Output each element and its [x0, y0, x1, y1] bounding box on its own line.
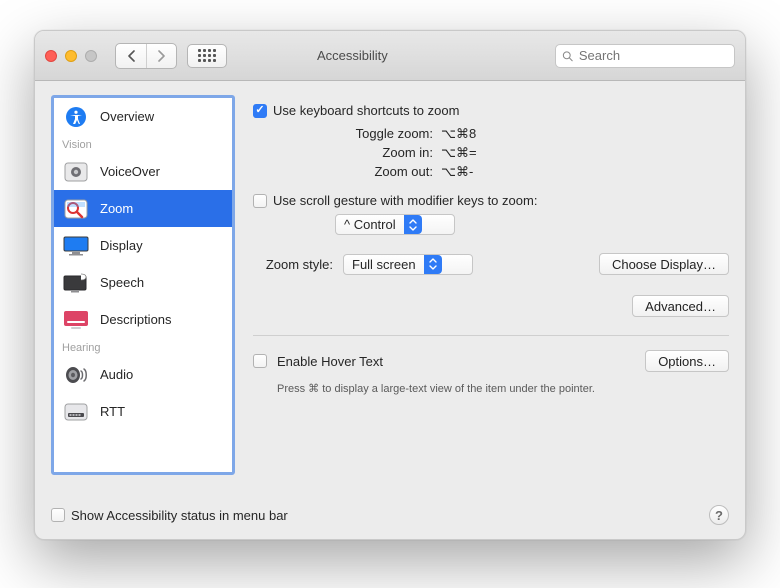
- display-icon: [62, 235, 90, 257]
- chevron-updown-icon: [424, 255, 442, 274]
- zoom-out-label: Zoom out:: [253, 162, 433, 181]
- back-button[interactable]: [116, 44, 146, 68]
- use-keyboard-shortcuts-checkbox[interactable]: [253, 104, 267, 118]
- hover-text-row: Enable Hover Text Options…: [253, 350, 729, 372]
- sidebar: Overview Vision VoiceOver Zoom Display: [51, 95, 235, 475]
- choose-display-button[interactable]: Choose Display…: [599, 253, 729, 275]
- modifier-key-value: ^ Control: [344, 217, 396, 232]
- toolbar: Accessibility: [35, 31, 745, 81]
- accessibility-window: Accessibility Overview Vision VoiceOver: [34, 30, 746, 540]
- sidebar-item-voiceover[interactable]: VoiceOver: [54, 153, 232, 190]
- scroll-gesture-label: Use scroll gesture with modifier keys to…: [273, 193, 537, 208]
- section-vision: Vision: [54, 135, 232, 153]
- zoom-out-keys: ⌥⌘-: [441, 162, 473, 181]
- modifier-key-select[interactable]: ^ Control: [335, 214, 455, 235]
- search-input[interactable]: [577, 47, 728, 64]
- minimize-window-button[interactable]: [65, 50, 77, 62]
- status-menu-bar-label: Show Accessibility status in menu bar: [71, 508, 288, 523]
- close-window-button[interactable]: [45, 50, 57, 62]
- sidebar-item-zoom[interactable]: Zoom: [54, 190, 232, 227]
- zoom-icon: [62, 198, 90, 220]
- sidebar-item-label: Speech: [100, 275, 144, 290]
- section-hearing: Hearing: [54, 338, 232, 356]
- sidebar-item-label: Descriptions: [100, 312, 172, 327]
- sidebar-item-overview[interactable]: Overview: [54, 98, 232, 135]
- sidebar-item-descriptions[interactable]: Descriptions: [54, 301, 232, 338]
- sidebar-item-audio[interactable]: Audio: [54, 356, 232, 393]
- zoom-in-keys: ⌥⌘=: [441, 143, 477, 162]
- forward-button[interactable]: [146, 44, 176, 68]
- grid-icon: [198, 49, 216, 62]
- accessibility-icon: [62, 106, 90, 128]
- search-field[interactable]: [555, 44, 735, 68]
- show-all-preferences-button[interactable]: [187, 44, 227, 68]
- help-button[interactable]: ?: [709, 505, 729, 525]
- zoom-window-button[interactable]: [85, 50, 97, 62]
- shortcut-list: Toggle zoom: ⌥⌘8 Zoom in: ⌥⌘= Zoom out: …: [253, 124, 729, 181]
- window-title: Accessibility: [317, 48, 388, 63]
- voiceover-icon: [62, 161, 90, 183]
- sidebar-item-label: Display: [100, 238, 143, 253]
- toggle-zoom-keys: ⌥⌘8: [441, 124, 476, 143]
- scroll-gesture-row: Use scroll gesture with modifier keys to…: [253, 193, 729, 208]
- sidebar-item-label: Zoom: [100, 201, 133, 216]
- zoom-style-select[interactable]: Full screen: [343, 254, 473, 275]
- window-controls: [45, 50, 97, 62]
- hover-text-checkbox[interactable]: [253, 354, 267, 368]
- sidebar-item-speech[interactable]: Speech: [54, 264, 232, 301]
- sidebar-item-label: RTT: [100, 404, 125, 419]
- zoom-style-value: Full screen: [352, 257, 416, 272]
- body: Overview Vision VoiceOver Zoom Display: [35, 81, 745, 499]
- footer: Show Accessibility status in menu bar ?: [35, 499, 745, 539]
- chevron-updown-icon: [404, 215, 422, 234]
- hover-text-label: Enable Hover Text: [277, 354, 383, 369]
- sidebar-item-label: Audio: [100, 367, 133, 382]
- speech-icon: [62, 272, 90, 294]
- divider: [253, 335, 729, 336]
- zoom-style-row: Zoom style: Full screen Choose Display…: [253, 253, 729, 275]
- rtt-icon: [62, 401, 90, 423]
- scroll-gesture-checkbox[interactable]: [253, 194, 267, 208]
- nav-back-forward: [115, 43, 177, 69]
- status-menu-bar-row: Show Accessibility status in menu bar: [51, 508, 288, 523]
- use-keyboard-shortcuts-label: Use keyboard shortcuts to zoom: [273, 103, 459, 118]
- zoom-pane: Use keyboard shortcuts to zoom Toggle zo…: [253, 95, 729, 495]
- sidebar-item-display[interactable]: Display: [54, 227, 232, 264]
- descriptions-icon: [62, 309, 90, 331]
- hover-text-hint: Press ⌘ to display a large-text view of …: [277, 382, 729, 395]
- sidebar-item-rtt[interactable]: RTT: [54, 393, 232, 430]
- status-menu-bar-checkbox[interactable]: [51, 508, 65, 522]
- use-keyboard-shortcuts-row: Use keyboard shortcuts to zoom: [253, 103, 729, 118]
- search-icon: [562, 50, 573, 62]
- zoom-in-label: Zoom in:: [253, 143, 433, 162]
- hover-text-options-button[interactable]: Options…: [645, 350, 729, 372]
- sidebar-item-label: VoiceOver: [100, 164, 160, 179]
- audio-icon: [62, 364, 90, 386]
- toggle-zoom-label: Toggle zoom:: [253, 124, 433, 143]
- advanced-button[interactable]: Advanced…: [632, 295, 729, 317]
- sidebar-item-label: Overview: [100, 109, 154, 124]
- zoom-style-label: Zoom style:: [253, 257, 333, 272]
